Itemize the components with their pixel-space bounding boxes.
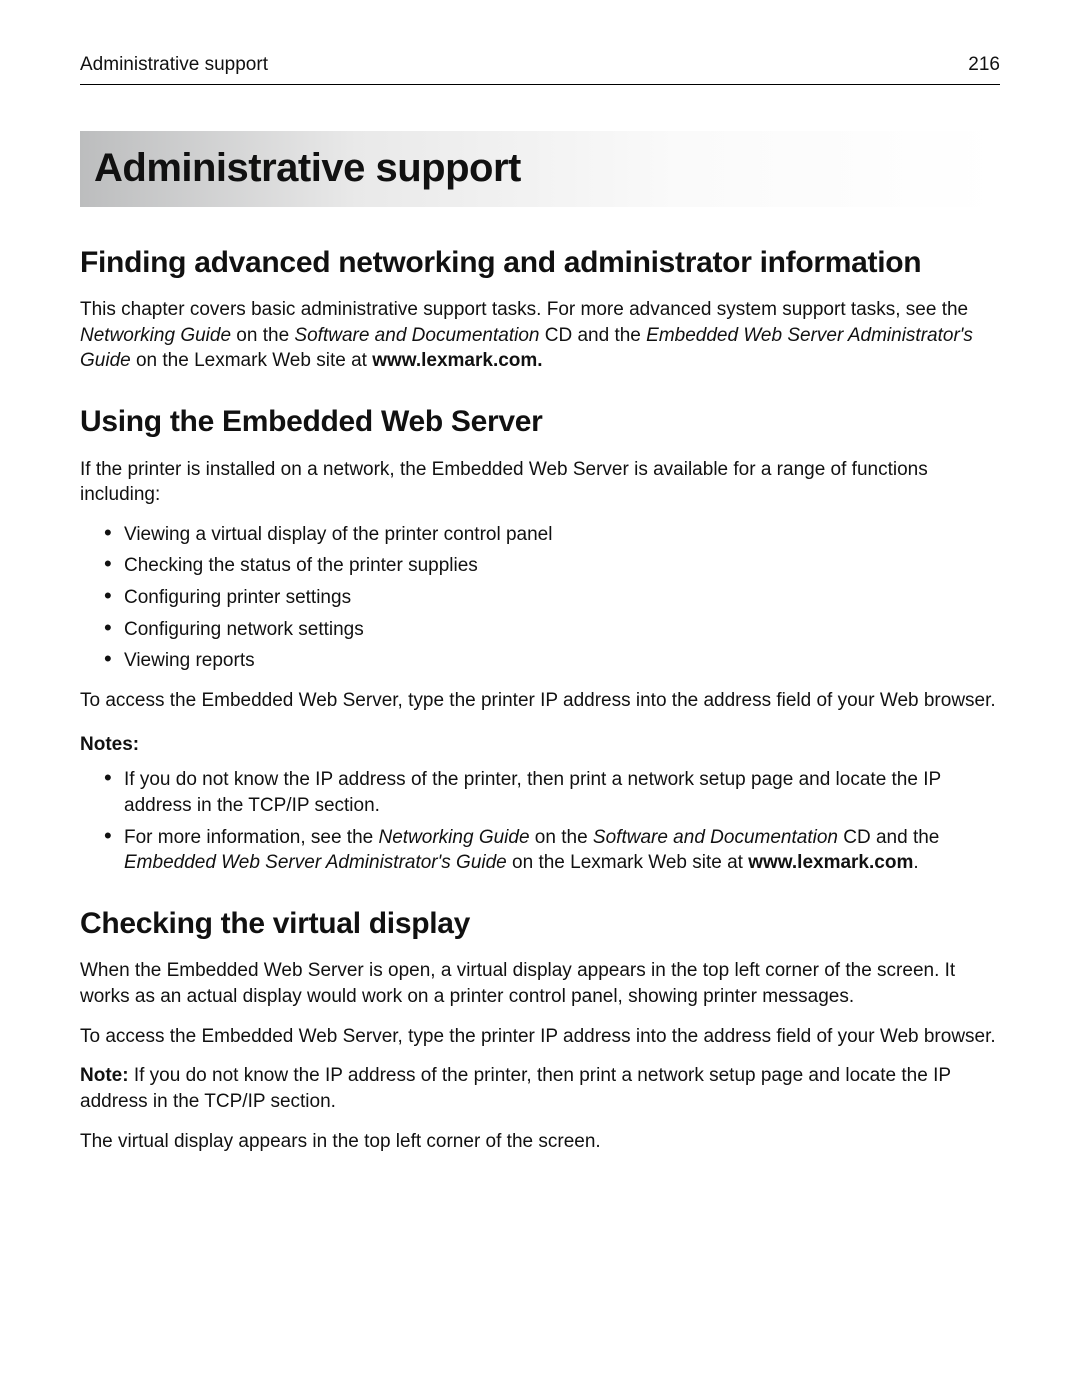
section-3-p1: When the Embedded Web Server is open, a … <box>80 958 1000 1009</box>
section-2-intro: If the printer is installed on a network… <box>80 457 1000 508</box>
section-2-access: To access the Embedded Web Server, type … <box>80 688 1000 714</box>
section-heading-1: Finding advanced networking and administ… <box>80 243 1000 284</box>
list-item: Configuring printer settings <box>104 585 1000 611</box>
notes-label: Notes: <box>80 732 1000 758</box>
section-heading-3: Checking the virtual display <box>80 904 1000 945</box>
section-3-p3: Note: If you do not know the IP address … <box>80 1063 1000 1114</box>
chapter-title-band: Administrative support <box>80 131 1000 207</box>
section-2-notes: If you do not know the IP address of the… <box>80 767 1000 876</box>
list-item: Viewing a virtual display of the printer… <box>104 522 1000 548</box>
section-heading-2: Using the Embedded Web Server <box>80 402 1000 443</box>
section-3-p4: The virtual display appears in the top l… <box>80 1129 1000 1155</box>
page-number: 216 <box>968 52 1000 78</box>
running-title: Administrative support <box>80 52 268 78</box>
section-2-bullets: Viewing a virtual display of the printer… <box>80 522 1000 674</box>
list-item: If you do not know the IP address of the… <box>104 767 1000 818</box>
list-item: Viewing reports <box>104 648 1000 674</box>
section-3-p2: To access the Embedded Web Server, type … <box>80 1024 1000 1050</box>
page-header: Administrative support 216 <box>80 52 1000 85</box>
list-item: Configuring network settings <box>104 617 1000 643</box>
chapter-title: Administrative support <box>94 141 986 195</box>
section-1-paragraph: This chapter covers basic administrative… <box>80 297 1000 374</box>
list-item: Checking the status of the printer suppl… <box>104 553 1000 579</box>
list-item: For more information, see the Networking… <box>104 825 1000 876</box>
